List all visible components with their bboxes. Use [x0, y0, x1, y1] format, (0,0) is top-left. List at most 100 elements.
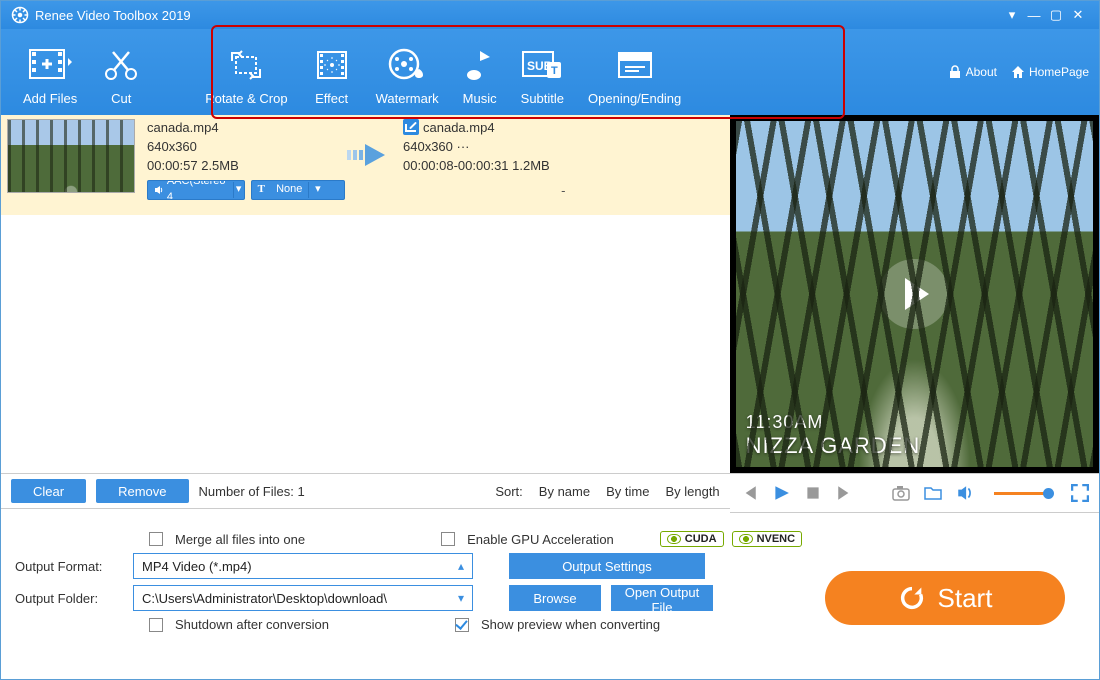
file-row[interactable]: canada.mp4 640x360 00:00:57 2.5MB AAC(St…	[1, 115, 730, 215]
snapshot-button[interactable]	[892, 484, 910, 502]
source-duration-size: 00:00:57 2.5MB	[147, 157, 345, 176]
prev-button[interactable]	[740, 484, 758, 502]
watermark-label: Watermark	[376, 91, 439, 106]
refresh-icon	[898, 584, 926, 612]
add-files-label: Add Files	[23, 91, 77, 106]
dest-range-size: 00:00:08-00:00:31 1.2MB	[403, 157, 724, 176]
browse-button[interactable]: Browse	[509, 585, 601, 611]
dest-filename: canada.mp4	[423, 120, 495, 135]
subtitle-track-dropdown[interactable]: T None ▾	[251, 180, 345, 200]
opening-ending-button[interactable]: Opening/Ending	[576, 39, 693, 106]
opening-ending-icon	[615, 43, 655, 87]
preview-controls	[730, 473, 1099, 513]
edit-icon[interactable]	[403, 119, 419, 135]
rotate-crop-icon	[226, 43, 266, 87]
source-filename: canada.mp4	[147, 119, 345, 138]
nvidia-eye-icon	[739, 534, 753, 544]
gpu-checkbox[interactable]	[441, 532, 455, 546]
clear-button[interactable]: Clear	[11, 479, 86, 503]
preview-video[interactable]: 11:30AM NIZZA GARDEN	[736, 121, 1093, 467]
home-icon	[1011, 65, 1025, 79]
source-resolution: 640x360	[147, 138, 345, 157]
play-button[interactable]	[772, 484, 790, 502]
output-settings-button[interactable]: Output Settings	[509, 553, 705, 579]
effect-label: Effect	[315, 91, 348, 106]
titlebar: Renee Video Toolbox 2019 ▾ — ▢ ✕	[1, 1, 1099, 29]
watermark-button[interactable]: Watermark	[364, 39, 451, 106]
app-logo-icon	[11, 6, 29, 24]
merge-label: Merge all files into one	[175, 532, 305, 547]
merge-checkbox[interactable]	[149, 532, 163, 546]
fullscreen-button[interactable]	[1071, 484, 1089, 502]
nvidia-eye-icon	[667, 534, 681, 544]
nvenc-badge: NVENC	[732, 531, 803, 547]
file-count: Number of Files: 1	[199, 484, 305, 499]
dest-resolution: 640x360 ···	[403, 138, 724, 157]
rotate-crop-button[interactable]: Rotate & Crop	[193, 39, 299, 106]
subtitle-icon: SUBT	[521, 43, 563, 87]
music-label: Music	[463, 91, 497, 106]
app-title: Renee Video Toolbox 2019	[35, 8, 191, 23]
stop-button[interactable]	[804, 484, 822, 502]
add-files-button[interactable]: Add Files	[11, 39, 89, 106]
source-thumbnail	[7, 119, 135, 193]
speaker-icon	[154, 185, 163, 195]
sort-by-length[interactable]: By length	[665, 484, 719, 499]
next-button[interactable]	[836, 484, 854, 502]
sort-by-name[interactable]: By name	[539, 484, 590, 499]
output-folder-select[interactable]: C:\Users\Administrator\Desktop\download\…	[133, 585, 473, 611]
source-metadata: canada.mp4 640x360 00:00:57 2.5MB AAC(St…	[135, 119, 345, 200]
maximize-button[interactable]: ▢	[1045, 7, 1067, 23]
music-button[interactable]: Music	[451, 39, 509, 106]
preview-panel: 11:30AM NIZZA GARDEN	[730, 115, 1099, 473]
sort-label: Sort:	[495, 484, 522, 499]
music-icon	[463, 43, 497, 87]
remove-button[interactable]: Remove	[96, 479, 188, 503]
start-button[interactable]: Start	[825, 571, 1065, 625]
volume-slider[interactable]	[994, 492, 1051, 495]
svg-text:T: T	[551, 65, 558, 77]
close-button[interactable]: ✕	[1067, 7, 1089, 23]
preview-overlay-text: 11:30AM NIZZA GARDEN	[746, 412, 921, 459]
lock-icon	[948, 65, 962, 79]
about-link[interactable]: About	[948, 65, 997, 79]
sort-by-time[interactable]: By time	[606, 484, 649, 499]
file-list: canada.mp4 640x360 00:00:57 2.5MB AAC(St…	[1, 115, 730, 473]
shutdown-label: Shutdown after conversion	[175, 617, 329, 632]
cut-label: Cut	[111, 91, 131, 106]
chevron-down-icon: ▾	[308, 182, 326, 198]
opening-ending-label: Opening/Ending	[588, 91, 681, 106]
open-output-folder-button[interactable]: Open Output File	[611, 585, 713, 611]
scissors-icon	[101, 43, 141, 87]
arrow-right-icon	[345, 140, 391, 170]
audio-codec-dropdown[interactable]: AAC(Stereo 4 ▾	[147, 180, 245, 200]
output-folder-label: Output Folder:	[15, 591, 125, 606]
play-overlay-icon[interactable]	[879, 259, 949, 329]
chevron-down-icon: ▾	[233, 182, 244, 198]
chevron-down-icon: ▾	[458, 591, 464, 605]
show-preview-label: Show preview when converting	[481, 617, 660, 632]
cuda-badge: CUDA	[660, 531, 724, 547]
subtitle-button[interactable]: SUBT Subtitle	[509, 39, 576, 106]
output-format-select[interactable]: MP4 Video (*.mp4) ▴	[133, 553, 473, 579]
minimize-button[interactable]: —	[1023, 8, 1045, 23]
dropdown-icon[interactable]: ▾	[1001, 7, 1023, 23]
output-format-label: Output Format:	[15, 559, 125, 574]
cut-button[interactable]: Cut	[89, 39, 153, 106]
volume-icon[interactable]	[956, 484, 974, 502]
dest-placeholder: -	[403, 176, 724, 201]
toolbar: Add Files Cut Rotate & Crop Effect	[1, 29, 1099, 115]
shutdown-checkbox[interactable]	[149, 618, 163, 632]
destination-metadata: canada.mp4 640x360 ··· 00:00:08-00:00:31…	[391, 119, 724, 200]
show-preview-checkbox[interactable]	[455, 618, 469, 632]
subtitle-label: Subtitle	[521, 91, 564, 106]
open-folder-button[interactable]	[924, 484, 942, 502]
effect-icon	[312, 43, 352, 87]
add-files-icon	[28, 43, 72, 87]
effect-button[interactable]: Effect	[300, 39, 364, 106]
rotate-crop-label: Rotate & Crop	[205, 91, 287, 106]
chevron-up-icon: ▴	[458, 559, 464, 573]
gpu-label: Enable GPU Acceleration	[467, 532, 614, 547]
list-footer: Clear Remove Number of Files: 1 Sort: By…	[1, 473, 730, 509]
homepage-link[interactable]: HomePage	[1011, 65, 1089, 79]
